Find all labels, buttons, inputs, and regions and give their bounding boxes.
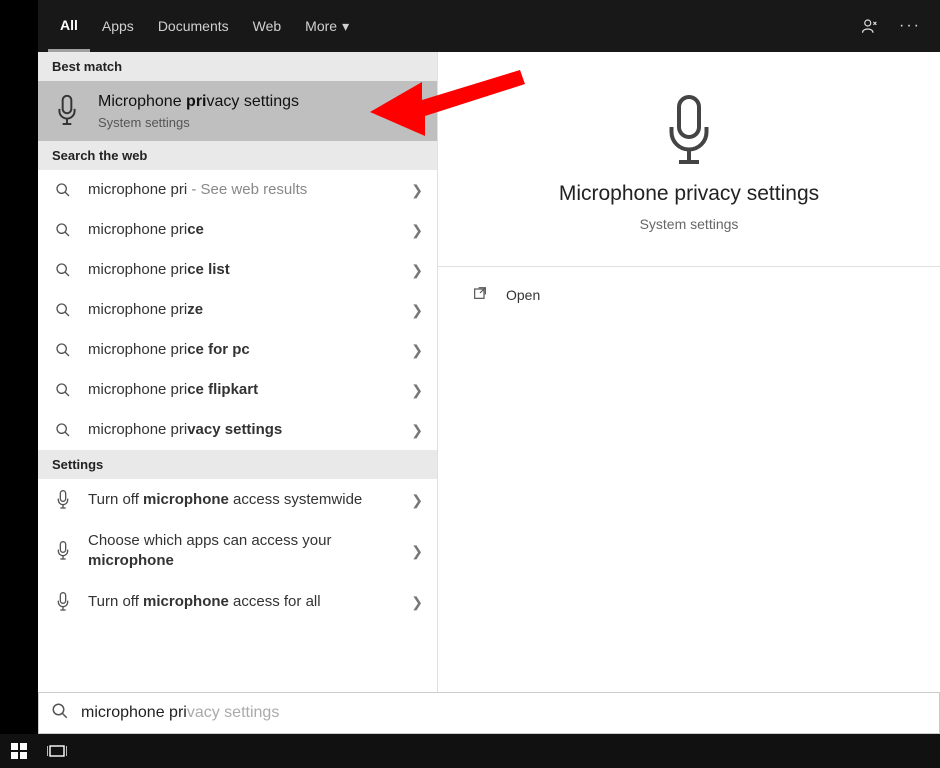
tab-apps[interactable]: Apps bbox=[90, 0, 146, 52]
search-icon bbox=[51, 702, 69, 725]
chevron-right-icon: ❯ bbox=[411, 262, 423, 279]
section-search-web: Search the web bbox=[38, 141, 437, 170]
preview-title: Microphone privacy settings bbox=[559, 182, 819, 206]
web-result-item[interactable]: microphone price flipkart❯ bbox=[38, 370, 437, 410]
chevron-right-icon: ❯ bbox=[411, 594, 423, 611]
chevron-right-icon: ❯ bbox=[411, 342, 423, 359]
settings-result-item[interactable]: Choose which apps can access your microp… bbox=[38, 521, 437, 581]
web-result-label: microphone price list bbox=[88, 260, 411, 280]
chevron-right-icon: ❯ bbox=[411, 302, 423, 319]
tab-all[interactable]: All bbox=[48, 0, 90, 52]
chevron-right-icon: ❯ bbox=[411, 182, 423, 199]
chevron-right-icon: ❯ bbox=[411, 422, 423, 439]
web-result-label: microphone price bbox=[88, 220, 411, 240]
best-match-title: Microphone privacy settings bbox=[98, 93, 299, 111]
chevron-right-icon: ❯ bbox=[411, 543, 423, 560]
more-options-icon[interactable]: ··· bbox=[890, 17, 930, 35]
chevron-down-icon: ▾ bbox=[342, 18, 349, 35]
microphone-large-icon bbox=[659, 92, 719, 172]
feedback-icon[interactable] bbox=[850, 17, 890, 35]
microphone-icon bbox=[52, 540, 74, 562]
web-result-label: microphone privacy settings bbox=[88, 420, 411, 440]
microphone-icon bbox=[52, 489, 74, 511]
settings-result-item[interactable]: Turn off microphone access for all❯ bbox=[38, 581, 437, 623]
best-match-item[interactable]: Microphone privacy settings System setti… bbox=[38, 81, 437, 141]
results-list: Best match Microphone privacy settings S… bbox=[38, 52, 438, 734]
tab-more[interactable]: More▾ bbox=[293, 0, 361, 52]
chevron-right-icon: ❯ bbox=[411, 492, 423, 509]
search-icon bbox=[52, 342, 74, 358]
settings-result-label: Choose which apps can access your microp… bbox=[88, 531, 411, 571]
search-icon bbox=[52, 222, 74, 238]
web-result-item[interactable]: microphone price for pc❯ bbox=[38, 330, 437, 370]
web-result-label: microphone prize bbox=[88, 300, 411, 320]
search-typed-text: microphone pri bbox=[81, 704, 187, 722]
web-result-item[interactable]: microphone pri - See web results❯ bbox=[38, 170, 437, 210]
search-icon bbox=[52, 422, 74, 438]
best-match-subtitle: System settings bbox=[98, 115, 299, 130]
open-icon bbox=[472, 285, 488, 304]
microphone-icon bbox=[52, 91, 82, 131]
settings-result-item[interactable]: Turn off microphone access systemwide❯ bbox=[38, 479, 437, 521]
web-result-item[interactable]: microphone price list❯ bbox=[38, 250, 437, 290]
chevron-right-icon: ❯ bbox=[411, 382, 423, 399]
web-result-label: microphone price for pc bbox=[88, 340, 411, 360]
tabs-bar: All Apps Documents Web More▾ ··· bbox=[38, 0, 940, 52]
preview-pane: Microphone privacy settings System setti… bbox=[438, 52, 940, 734]
section-best-match: Best match bbox=[38, 52, 437, 81]
open-action[interactable]: Open bbox=[438, 267, 940, 322]
preview-subtitle: System settings bbox=[640, 216, 739, 232]
tab-documents[interactable]: Documents bbox=[146, 0, 241, 52]
search-icon bbox=[52, 262, 74, 278]
task-view-button[interactable] bbox=[38, 734, 76, 768]
tab-web[interactable]: Web bbox=[241, 0, 294, 52]
search-icon bbox=[52, 302, 74, 318]
taskbar bbox=[0, 734, 940, 768]
content-area: Best match Microphone privacy settings S… bbox=[38, 52, 940, 734]
chevron-right-icon: ❯ bbox=[411, 222, 423, 239]
section-settings: Settings bbox=[38, 450, 437, 479]
search-input[interactable]: microphone privacy settings bbox=[38, 692, 940, 734]
settings-result-label: Turn off microphone access systemwide bbox=[88, 490, 411, 510]
web-result-item[interactable]: microphone prize❯ bbox=[38, 290, 437, 330]
web-result-item[interactable]: microphone privacy settings❯ bbox=[38, 410, 437, 450]
open-label: Open bbox=[506, 287, 540, 303]
web-result-label: microphone pri - See web results bbox=[88, 180, 411, 200]
search-icon bbox=[52, 382, 74, 398]
microphone-icon bbox=[52, 591, 74, 613]
start-button[interactable] bbox=[0, 734, 38, 768]
search-icon bbox=[52, 182, 74, 198]
settings-result-label: Turn off microphone access for all bbox=[88, 592, 411, 612]
search-panel: All Apps Documents Web More▾ ··· Best ma… bbox=[38, 0, 940, 734]
web-result-item[interactable]: microphone price❯ bbox=[38, 210, 437, 250]
search-autocomplete-text: vacy settings bbox=[187, 704, 279, 722]
web-result-label: microphone price flipkart bbox=[88, 380, 411, 400]
